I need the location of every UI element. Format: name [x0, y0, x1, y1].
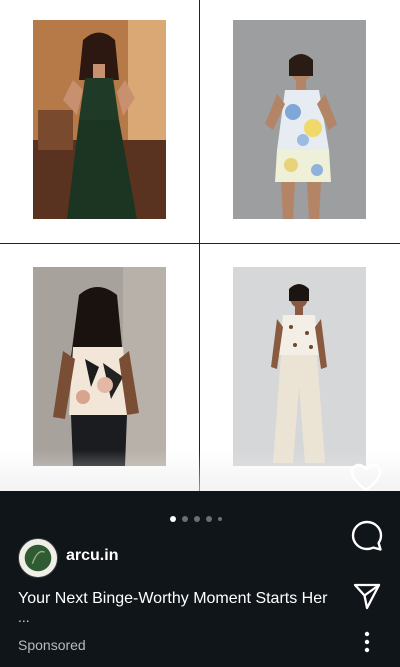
more-options-button[interactable]	[360, 631, 374, 653]
carousel-dot	[182, 516, 188, 522]
sponsored-label: Sponsored	[18, 637, 86, 653]
brand-logo	[19, 539, 57, 577]
comment-icon	[351, 520, 383, 551]
more-vertical-icon	[364, 631, 370, 653]
product-image-pastel-coord[interactable]	[233, 20, 366, 219]
floral-halter-photo	[33, 267, 166, 466]
account-handle[interactable]: arcu.in	[66, 547, 118, 565]
share-button[interactable]	[352, 581, 382, 611]
pastel-coord-photo	[233, 20, 366, 219]
carousel-dot	[218, 517, 222, 521]
carousel-indicator	[170, 515, 222, 523]
carousel-dot	[206, 516, 212, 522]
avatar[interactable]	[18, 538, 58, 578]
grid-bottom-fade	[0, 450, 400, 491]
comment-button[interactable]	[350, 519, 384, 553]
carousel-dot	[194, 516, 200, 522]
product-image-green-dress[interactable]	[33, 20, 166, 219]
green-dress-photo	[33, 20, 166, 219]
send-icon	[353, 583, 381, 610]
product-image-floral-halter[interactable]	[33, 267, 166, 466]
carousel-dot	[170, 516, 176, 522]
grid-divider-horizontal	[0, 243, 400, 244]
post-caption[interactable]: Your Next Binge-Worthy Moment Starts Her	[18, 590, 338, 608]
product-image-cream-set[interactable]	[233, 267, 366, 466]
caption-more[interactable]: ...	[18, 609, 30, 625]
cream-set-photo	[233, 267, 366, 466]
product-grid[interactable]	[0, 0, 400, 492]
grid-divider-vertical	[199, 0, 200, 491]
post-info-panel: arcu.in Your Next Binge-Worthy Moment St…	[0, 491, 400, 667]
